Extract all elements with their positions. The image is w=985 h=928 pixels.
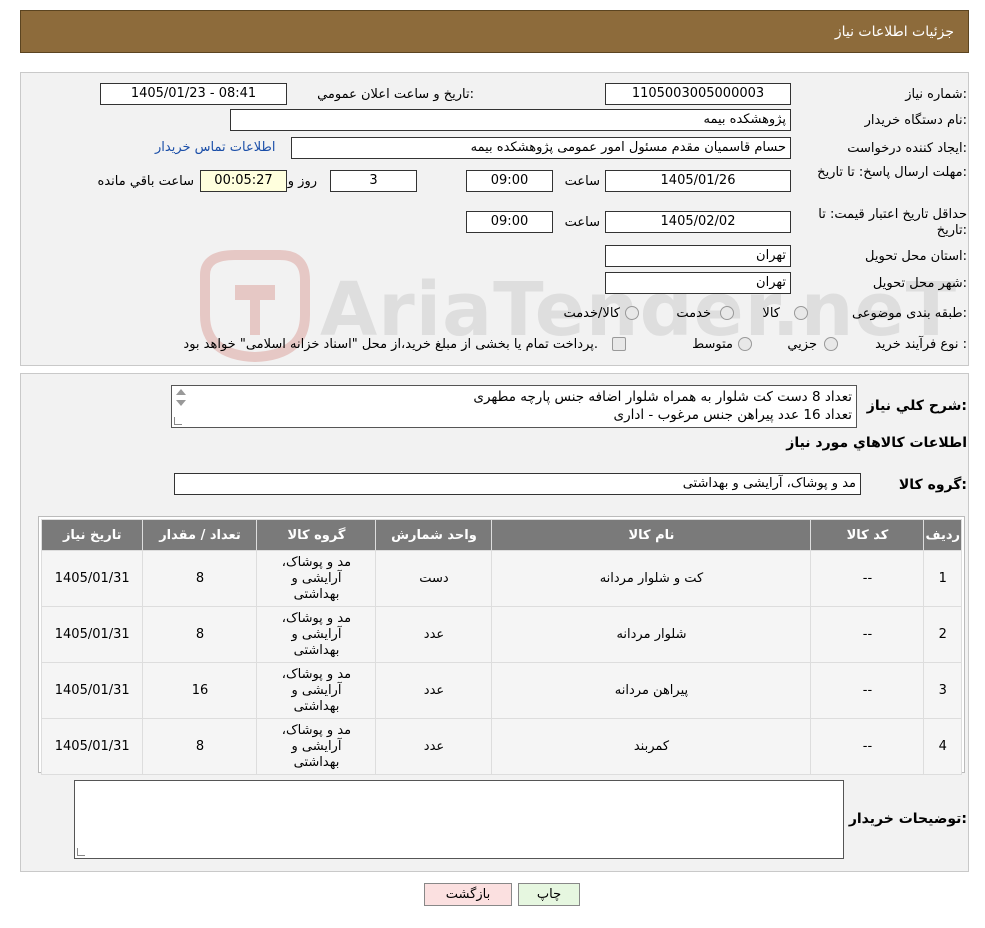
table-header-row: رديف کد کالا نام کالا واحد شمارش گروه کا… xyxy=(40,519,962,551)
purchase-note: پرداخت تمام یا بخشی از مبلغ خرید،از محل … xyxy=(183,337,598,352)
table-row: 4 -- کمربند عدد مد و پوشاک، آرایشی و بهداش… xyxy=(40,718,962,775)
description-line-1: تعداد 8 دست کت شلوار به همراه شلوار اضاف… xyxy=(473,389,852,405)
table-row: 2 -- شلوار مردانه عدد مد و پوشاک، آرایشی … xyxy=(40,606,962,663)
purchase-medium-label: متوسط xyxy=(692,337,733,352)
hours-remaining-label: ساعت باقي مانده xyxy=(97,174,194,189)
cell-date: 1405/01/31 xyxy=(40,606,144,663)
col-qty: تعداد / مقدار xyxy=(142,519,258,551)
cell-row: 3 xyxy=(923,662,962,719)
days-and-label: روز و xyxy=(287,174,317,189)
category-goods-radio[interactable] xyxy=(794,306,808,320)
cell-unit: عدد xyxy=(375,718,493,775)
goods-info-title: اطلاعات کالاهاي مورد نياز xyxy=(786,435,967,451)
cell-name: کمربند xyxy=(491,718,812,775)
category-service-label: خدمت xyxy=(676,306,711,321)
validity-date-field: 1405/02/02 xyxy=(605,211,791,233)
cell-code: -- xyxy=(810,718,925,775)
delivery-city-label: شهر محل تحويل: xyxy=(872,276,967,291)
col-name: نام کالا xyxy=(491,519,812,551)
page-title: جزئیات اطلاعات نیاز xyxy=(834,24,954,40)
cell-date: 1405/01/31 xyxy=(40,718,144,775)
col-date: تاريخ نياز xyxy=(40,519,144,551)
delivery-province-label: استان محل تحويل: xyxy=(865,249,967,264)
goods-group-field: مد و پوشاک، آرایشی و بهداشتی xyxy=(174,473,861,495)
announce-datetime-field: 1405/01/23 - 08:41 xyxy=(100,83,287,105)
cell-unit: دست xyxy=(375,550,493,607)
col-unit: واحد شمارش xyxy=(375,519,493,551)
requester-field: حسام قاسمیان مقدم مسئول امور عمومی پژوهش… xyxy=(291,137,791,159)
need-number-label: شماره نیاز: xyxy=(905,87,967,102)
cell-name: شلوار مردانه xyxy=(491,606,812,663)
buyer-notes-label: توضيحات خريدار: xyxy=(848,811,967,827)
items-table: رديف کد کالا نام کالا واحد شمارش گروه کا… xyxy=(40,519,962,775)
cell-qty: 8 xyxy=(142,718,258,775)
cell-qty: 8 xyxy=(142,606,258,663)
cell-date: 1405/01/31 xyxy=(40,550,144,607)
validity-time-field: 09:00 xyxy=(466,211,553,233)
col-row: رديف xyxy=(923,519,962,551)
validity-time-label: ساعت xyxy=(564,215,600,230)
cell-name: پیراهن مردانه xyxy=(491,662,812,719)
reply-time-label: ساعت xyxy=(564,174,600,189)
purchase-medium-radio[interactable] xyxy=(738,337,752,351)
reply-deadline-label: مهلت ارسال پاسخ: تا تاریخ: xyxy=(817,165,967,180)
cell-group: مد و پوشاک، آرایشی و بهداشتی xyxy=(256,606,377,663)
announce-datetime-label: تاریخ و ساعت اعلان عمومي: xyxy=(317,87,474,102)
goods-group-label: گروه کالا: xyxy=(898,477,967,493)
cell-qty: 8 xyxy=(142,550,258,607)
col-code: کد کالا xyxy=(810,519,925,551)
delivery-province-field: تهران xyxy=(605,245,791,267)
cell-row: 1 xyxy=(923,550,962,607)
back-button[interactable]: بازگشت xyxy=(424,883,512,906)
reply-time-field: 09:00 xyxy=(466,170,553,192)
resize-handle-icon[interactable] xyxy=(174,417,182,425)
requester-label: ايجاد کننده درخواست: xyxy=(847,141,967,156)
buyer-org-label: نام دستگاه خريدار: xyxy=(864,113,967,128)
description-label: شرح کلي نياز: xyxy=(866,398,967,414)
purchase-small-label: جزيي xyxy=(787,337,817,352)
time-remaining-field: 00:05:27 xyxy=(200,170,287,192)
days-remaining-field: 3 xyxy=(330,170,417,192)
category-goods-label: کالا xyxy=(762,306,780,321)
category-goods-service-radio[interactable] xyxy=(625,306,639,320)
cell-group: مد و پوشاک، آرایشی و بهداشتی xyxy=(256,550,377,607)
buyer-org-field: پژوهشکده بیمه xyxy=(230,109,791,131)
cell-row: 4 xyxy=(923,718,962,775)
table-row: 3 -- پیراهن مردانه عدد مد و پوشاک، آرایشی… xyxy=(40,662,962,719)
table-row: 1 -- کت و شلوار مردانه دست مد و پوشاک، آر… xyxy=(40,550,962,607)
col-group: گروه کالا xyxy=(256,519,377,551)
price-validity-label: حداقل تاريخ اعتبار قيمت: تا تاریخ: xyxy=(818,207,967,238)
items-table-wrapper: رديف کد کالا نام کالا واحد شمارش گروه کا… xyxy=(38,516,965,775)
scroll-up-icon[interactable] xyxy=(176,389,186,395)
cell-unit: عدد xyxy=(375,606,493,663)
scroll-down-icon[interactable] xyxy=(176,400,186,406)
need-number-field: 1105003005000003 xyxy=(605,83,791,105)
page-header: جزئیات اطلاعات نیاز xyxy=(20,10,969,53)
print-button[interactable]: چاپ xyxy=(518,883,580,906)
treasury-bonds-checkbox[interactable] xyxy=(612,337,626,351)
cell-date: 1405/01/31 xyxy=(40,662,144,719)
description-textarea[interactable]: تعداد 8 دست کت شلوار به همراه شلوار اضاف… xyxy=(171,385,857,428)
category-goods-service-label: کالا/خدمت xyxy=(563,306,620,321)
purchase-small-radio[interactable] xyxy=(824,337,838,351)
buyer-notes-textarea[interactable] xyxy=(74,780,844,859)
category-service-radio[interactable] xyxy=(720,306,734,320)
cell-group: مد و پوشاک، آرایشی و بهداشتی xyxy=(256,718,377,775)
cell-group: مد و پوشاک، آرایشی و بهداشتی xyxy=(256,662,377,719)
buyer-contact-link[interactable]: اطلاعات تماس خريدار xyxy=(155,140,275,155)
cell-qty: 16 xyxy=(142,662,258,719)
delivery-city-field: تهران xyxy=(605,272,791,294)
cell-code: -- xyxy=(810,662,925,719)
cell-name: کت و شلوار مردانه xyxy=(491,550,812,607)
cell-row: 2 xyxy=(923,606,962,663)
resize-handle-icon[interactable] xyxy=(77,848,85,856)
cell-code: -- xyxy=(810,606,925,663)
reply-date-field: 1405/01/26 xyxy=(605,170,791,192)
cell-code: -- xyxy=(810,550,925,607)
description-line-2: تعداد 16 عدد پیراهن جنس مرغوب - اداری xyxy=(613,407,852,423)
purchase-type-label: نوع فرآيند خريد : xyxy=(875,337,967,352)
category-label: طبقه بندی موضوعی: xyxy=(851,306,967,321)
cell-unit: عدد xyxy=(375,662,493,719)
